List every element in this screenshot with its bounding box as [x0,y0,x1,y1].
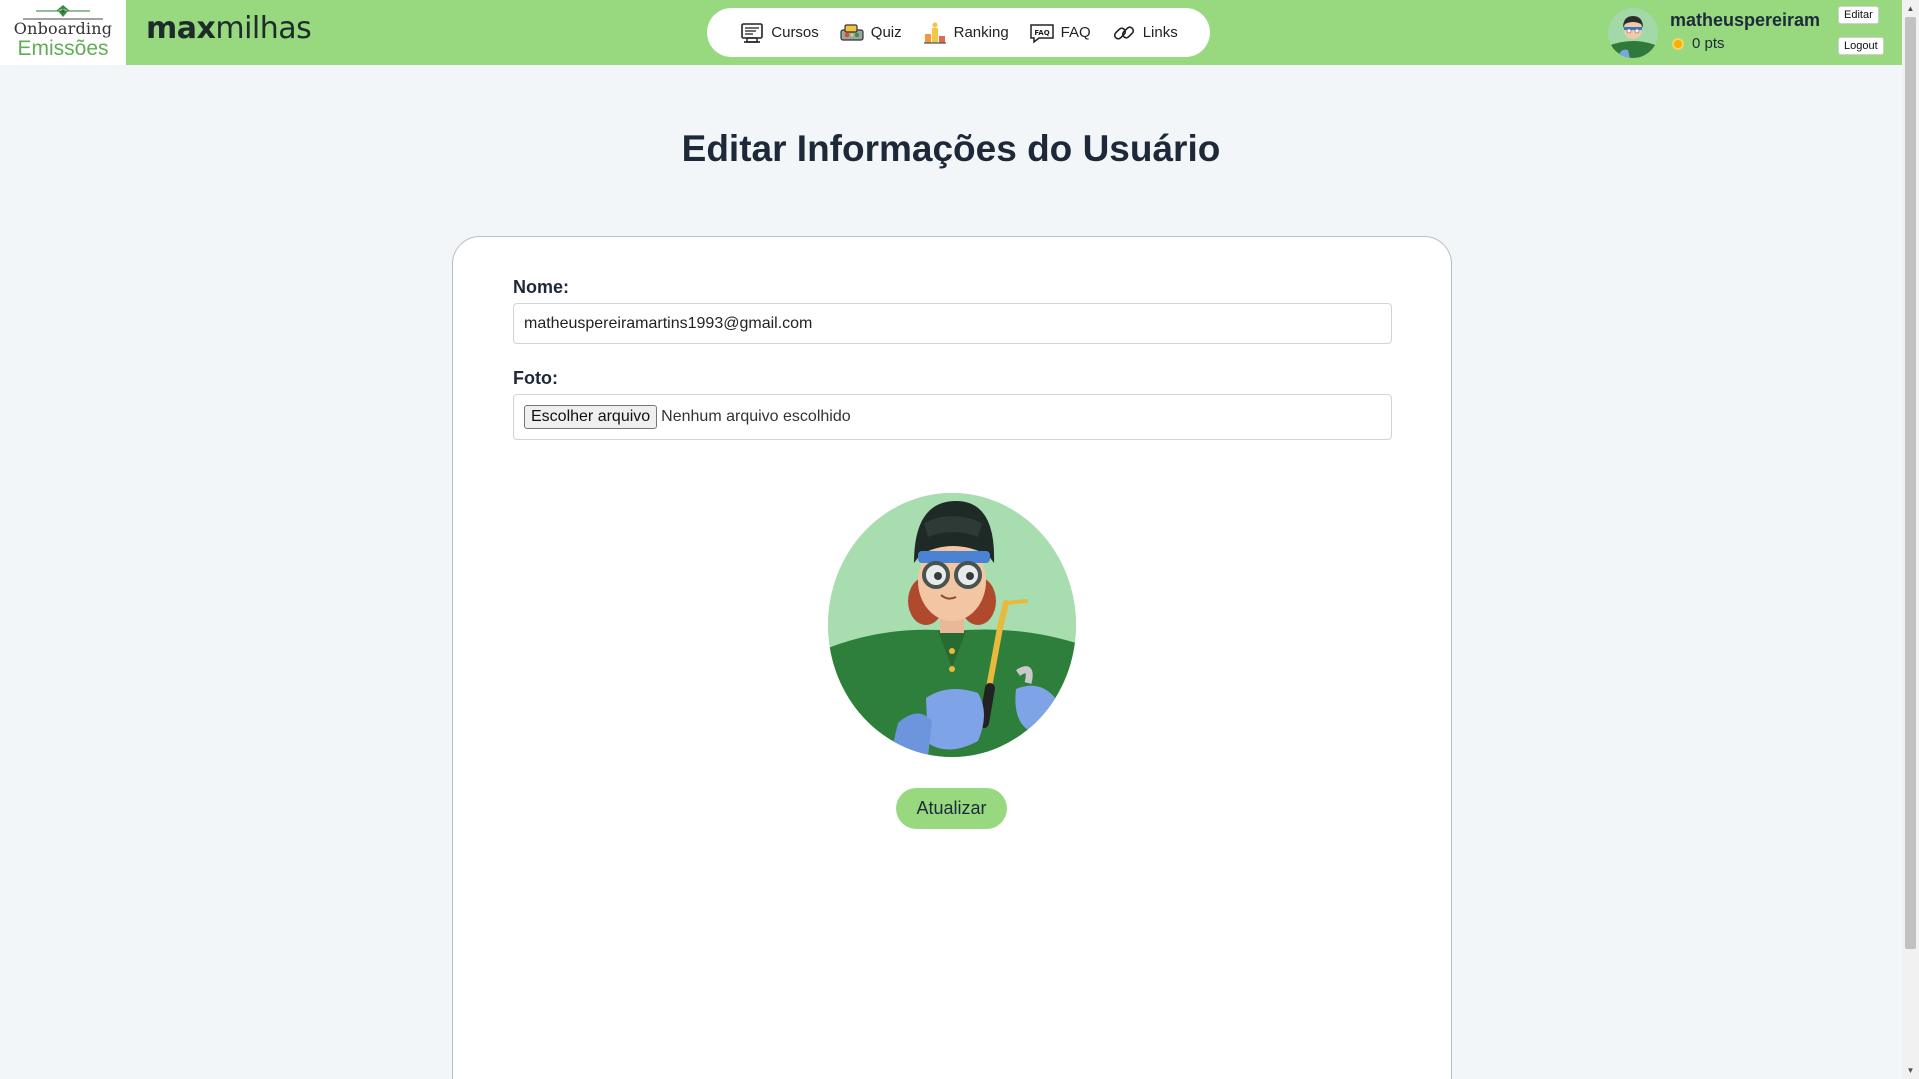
username: matheuspereiram [1670,10,1821,30]
links-icon [1113,25,1134,40]
brand-part-max: max [146,11,216,46]
nav-label-quiz: Quiz [870,24,902,41]
page-title: Editar Informações do Usuário [681,128,1221,169]
user-points: 0 pts [1672,35,1725,52]
logout-button[interactable]: Logout [1838,37,1884,55]
scrollbar-thumb[interactable] [1905,17,1916,949]
brand-part-milhas: milhas [215,11,312,46]
ranking-icon [923,21,946,44]
scroll-up-arrow-icon[interactable]: ▲ [1902,0,1919,17]
welder-avatar-illustration [828,493,1076,757]
update-button[interactable]: Atualizar [896,788,1007,829]
page-scrollbar[interactable]: ▲ ▼ [1902,0,1919,1079]
profile-photo-preview [828,493,1076,757]
nav-item-cursos[interactable]: Cursos [739,20,819,46]
file-status-text: Nenhum arquivo escolhido [661,408,851,425]
edit-profile-button[interactable]: Editar [1838,6,1879,24]
nav-label-faq: FAQ [1060,24,1091,41]
top-header: Onboarding Emissões maxmilhas Cursos Qui… [0,0,1902,65]
scroll-down-arrow-icon[interactable]: ▼ [1902,1062,1919,1079]
points-value: 0 pts [1692,35,1725,52]
onboarding-logo[interactable]: Onboarding Emissões [0,0,126,65]
coin-icon [1672,37,1684,50]
faq-icon: FAQ [1029,23,1054,44]
user-avatar[interactable] [1608,8,1658,58]
photo-field-label: Foto: [513,368,558,388]
nav-item-ranking[interactable]: Ranking [922,20,1009,46]
name-field-label: Nome: [513,277,570,297]
quiz-icon [840,23,864,41]
edit-user-form-card: Nome: Foto: Escolher arquivo Nenhum arqu… [452,236,1452,1079]
nav-label-ranking: Ranking [953,24,1009,41]
choose-file-button[interactable]: Escolher arquivo [524,405,658,429]
photo-file-input[interactable]: Escolher arquivo Nenhum arquivo escolhid… [513,394,1392,440]
courses-icon [741,22,764,43]
nav-item-quiz[interactable]: Quiz [839,20,902,46]
nav-label-links: Links [1142,24,1178,41]
logo-text-emissoes: Emissões [17,37,109,60]
svg-text:FAQ: FAQ [1034,29,1049,37]
airplane-logo-icon [23,5,103,20]
maxmilhas-brand[interactable]: maxmilhas [146,11,312,46]
user-avatar-image [1608,8,1658,58]
logo-text-onboarding: Onboarding [13,19,113,38]
nav-label-cursos: Cursos [771,24,819,41]
nav-item-faq[interactable]: FAQ FAQ [1029,20,1091,46]
name-input[interactable] [513,303,1392,344]
nav-item-links[interactable]: Links [1111,20,1178,46]
main-nav: Cursos Quiz Ranking FAQ FAQ Links [707,8,1210,57]
